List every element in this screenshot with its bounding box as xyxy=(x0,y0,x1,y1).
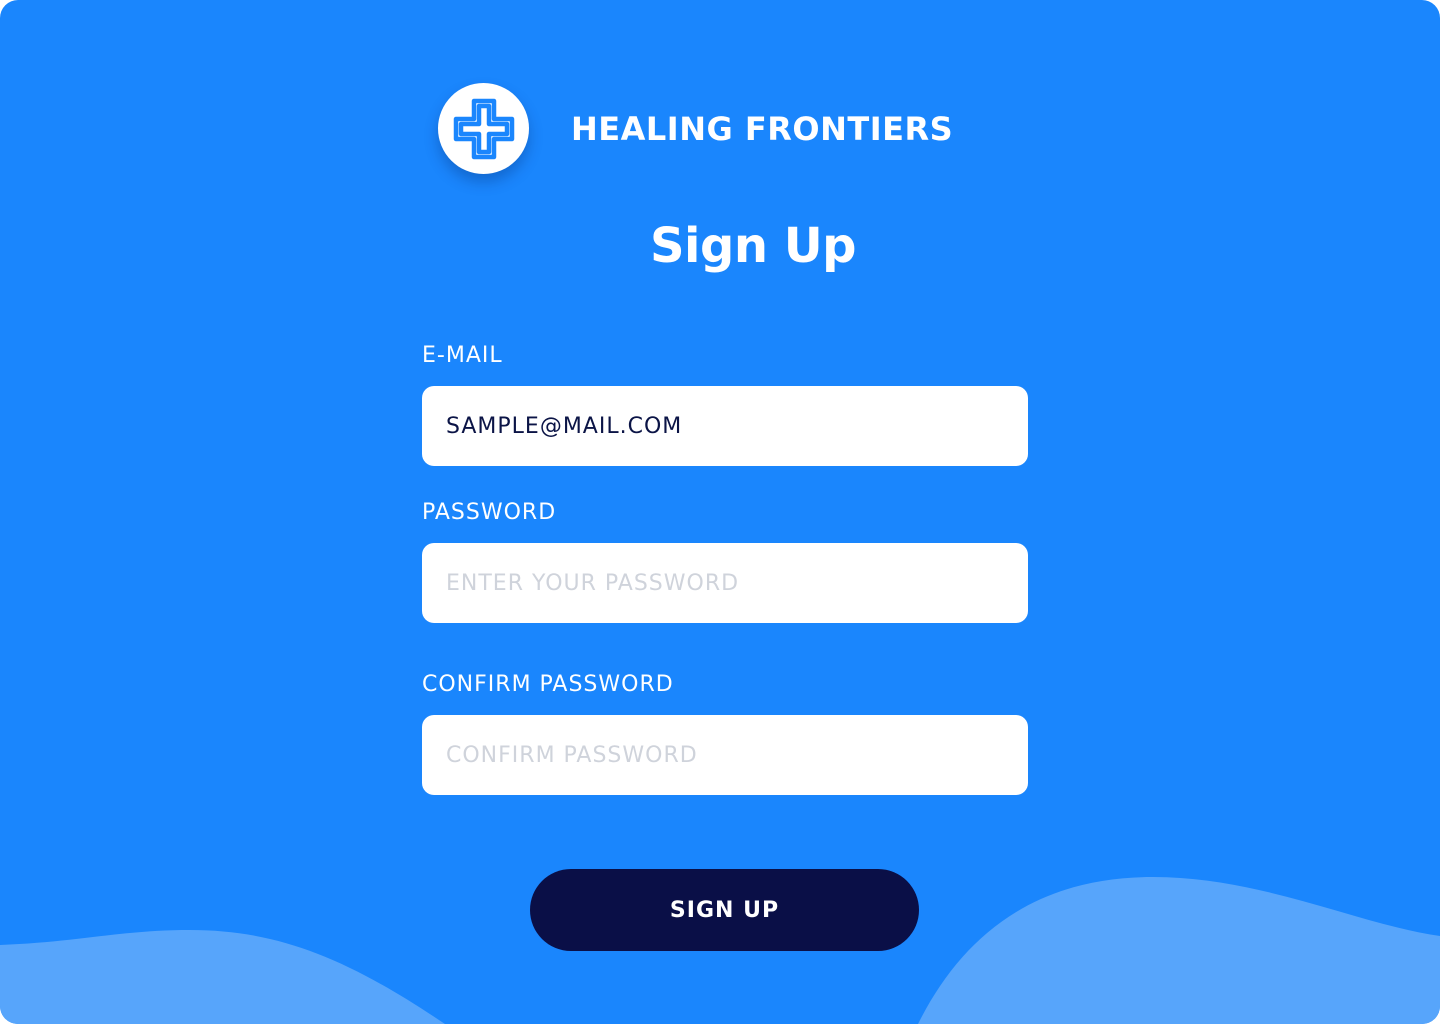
brand-name: HEALING FRONTIERS xyxy=(571,109,954,148)
confirm-password-label: CONFIRM PASSWORD xyxy=(422,672,674,697)
confirm-password-field[interactable] xyxy=(422,715,1028,795)
signup-screen: HEALING FRONTIERS Sign Up E-MAIL PASSWOR… xyxy=(0,0,1440,1024)
page-title: Sign Up xyxy=(649,218,857,274)
wave-right xyxy=(918,876,1440,1024)
password-field[interactable] xyxy=(422,543,1028,623)
logo xyxy=(438,83,529,174)
brand: HEALING FRONTIERS xyxy=(438,83,953,174)
email-field[interactable] xyxy=(422,386,1028,466)
sign-up-button[interactable]: SIGN UP xyxy=(530,869,919,951)
medical-cross-icon xyxy=(453,98,514,159)
wave-left xyxy=(0,930,445,1024)
email-label: E-MAIL xyxy=(422,343,503,368)
password-label: PASSWORD xyxy=(422,500,557,525)
